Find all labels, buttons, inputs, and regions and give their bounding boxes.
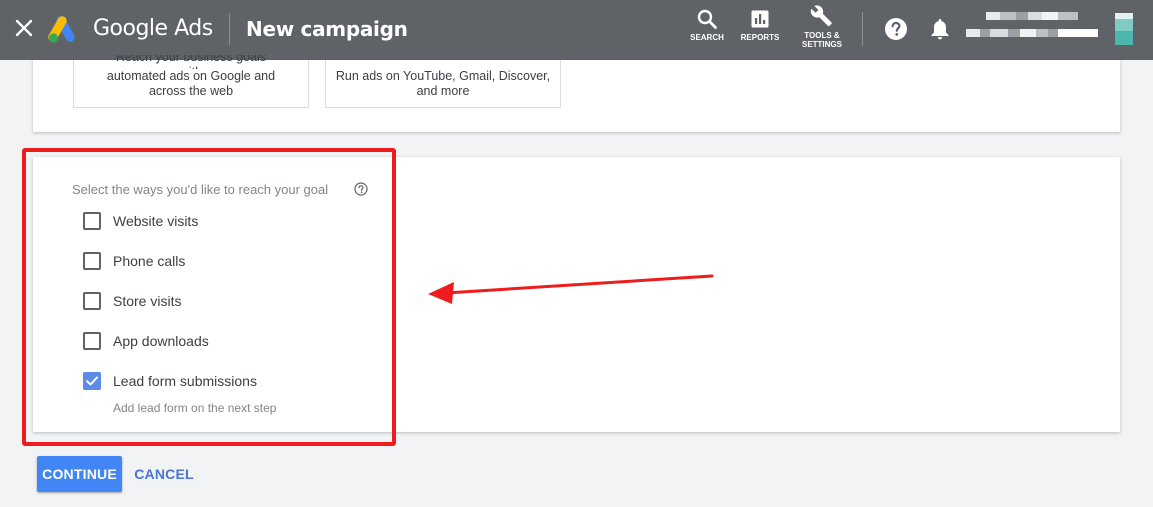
tools-settings-label-line1: TOOLS & bbox=[804, 31, 840, 40]
reports-icon bbox=[751, 10, 769, 28]
checkbox-label: Website visits bbox=[113, 213, 199, 229]
account-info-redacted[interactable] bbox=[966, 12, 1098, 42]
avatar[interactable] bbox=[1115, 13, 1133, 45]
checkbox-box[interactable] bbox=[83, 332, 101, 350]
checkbox-label: Store visits bbox=[113, 293, 182, 309]
help-icon[interactable] bbox=[884, 17, 908, 41]
option-smart-line2: automated ads on Google and bbox=[106, 69, 276, 83]
checkmark-icon bbox=[86, 376, 98, 386]
checkbox-box[interactable] bbox=[83, 292, 101, 310]
checkbox-store-visits[interactable]: Store visits bbox=[83, 291, 181, 311]
lead-form-helper-text: Add lead form on the next step bbox=[113, 401, 277, 415]
option-discovery-line1: Run ads on YouTube, Gmail, Discover, bbox=[335, 69, 551, 83]
continue-button[interactable]: CONTINUE bbox=[37, 456, 122, 492]
search-tool-label: SEARCH bbox=[690, 33, 724, 42]
top-app-bar: Google Ads New campaign SEARCH REPORTS T… bbox=[0, 0, 1153, 60]
campaign-type-card: Reach your business goals with automated… bbox=[33, 55, 1120, 132]
checkbox-box[interactable] bbox=[83, 252, 101, 270]
checkbox-website-visits[interactable]: Website visits bbox=[83, 211, 198, 231]
checkbox-app-downloads[interactable]: App downloads bbox=[83, 331, 209, 351]
header-separator bbox=[862, 12, 863, 46]
page-title: New campaign bbox=[246, 17, 408, 41]
close-icon[interactable] bbox=[13, 17, 35, 39]
cancel-button[interactable]: CANCEL bbox=[131, 456, 197, 492]
reports-tool-label: REPORTS bbox=[740, 33, 780, 42]
checkbox-label: Phone calls bbox=[113, 253, 186, 269]
checkbox-label: App downloads bbox=[113, 333, 209, 349]
option-smart-line3: across the web bbox=[148, 84, 234, 98]
search-icon bbox=[697, 9, 717, 29]
brand-name: Google Ads bbox=[93, 16, 213, 41]
option-discovery-line2: and more bbox=[416, 84, 470, 98]
search-tool-button[interactable]: SEARCH bbox=[689, 8, 725, 42]
goal-prompt: Select the ways you'd like to reach your… bbox=[72, 182, 329, 197]
checkbox-phone-calls[interactable]: Phone calls bbox=[83, 251, 185, 271]
checkbox-label: Lead form submissions bbox=[113, 373, 257, 389]
tools-settings-button[interactable]: TOOLS & SETTINGS bbox=[797, 4, 847, 49]
campaign-type-option-smart[interactable]: Reach your business goals with automated… bbox=[73, 55, 309, 108]
option-smart-line1: Reach your business goals with bbox=[115, 55, 267, 69]
campaign-type-option-discovery[interactable]: Run ads on YouTube, Gmail, Discover, and… bbox=[325, 60, 561, 108]
tools-settings-label-line2: SETTINGS bbox=[801, 40, 842, 49]
bell-icon[interactable] bbox=[929, 17, 951, 41]
header-divider bbox=[229, 13, 230, 45]
google-ads-logo bbox=[48, 16, 75, 43]
info-icon[interactable] bbox=[354, 182, 368, 196]
checkbox-box[interactable] bbox=[83, 212, 101, 230]
goal-selection-card: Select the ways you'd like to reach your… bbox=[33, 157, 1120, 432]
checkbox-box-checked[interactable] bbox=[83, 372, 101, 390]
wrench-icon bbox=[810, 5, 832, 27]
checkbox-lead-form-submissions[interactable]: Lead form submissions bbox=[83, 371, 257, 391]
reports-tool-button[interactable]: REPORTS bbox=[740, 8, 780, 42]
